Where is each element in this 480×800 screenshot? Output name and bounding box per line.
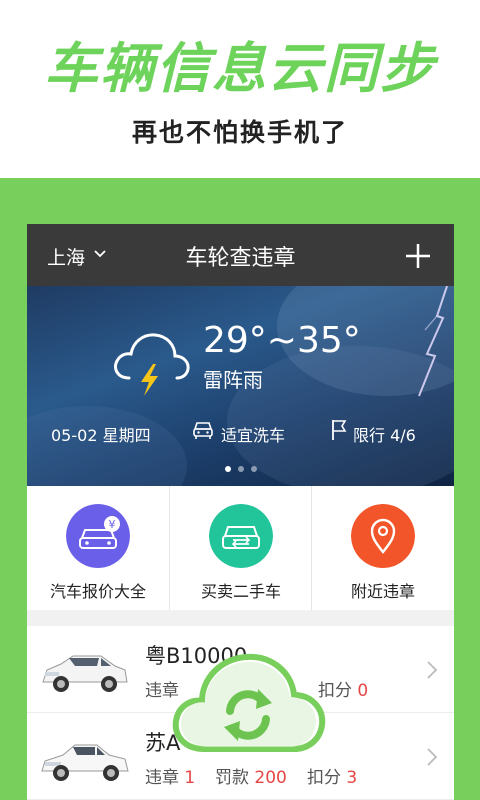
location-pin-icon xyxy=(351,504,415,568)
fine-amount: 200 xyxy=(254,768,287,788)
temperature-range: 29°~35° xyxy=(203,320,361,361)
service-used-cars[interactable]: 买卖二手车 xyxy=(169,486,311,610)
chevron-right-icon[interactable] xyxy=(425,747,439,767)
white-suv-image xyxy=(42,655,128,692)
car-wash-icon xyxy=(193,422,213,439)
storm-cloud-shape xyxy=(27,406,187,486)
points-count: 0 xyxy=(357,681,369,701)
violation-label: 违章 xyxy=(145,768,179,788)
service-label: 汽车报价大全 xyxy=(49,582,146,601)
fine-stat: 罚款 200 xyxy=(215,763,287,788)
carousel-dots xyxy=(225,466,265,474)
weather-condition: 雷阵雨 xyxy=(203,368,263,392)
thunderstorm-icon xyxy=(114,333,190,396)
violation-stat: 违章 1 xyxy=(145,763,195,788)
weather-date: 05-02 星期四 xyxy=(51,426,151,445)
services-grid: ¥ 汽车报价大全 买卖二手车 附近违章 xyxy=(27,486,454,610)
promo-banner: 车辆信息云同步 再也不怕换手机了 xyxy=(0,0,480,178)
carousel-dot[interactable] xyxy=(225,466,231,472)
promo-title: 车辆信息云同步 xyxy=(44,37,436,100)
points-stat: 扣分 3 xyxy=(307,763,357,788)
app-title: 车轮查违章 xyxy=(185,246,296,271)
cloud-sync-icon xyxy=(172,653,326,752)
carousel-dot[interactable] xyxy=(238,466,244,472)
chevron-right-icon[interactable] xyxy=(425,660,439,680)
plus-icon[interactable] xyxy=(403,241,433,271)
fine-label: 罚款 xyxy=(215,768,249,788)
lightning-icon xyxy=(418,286,448,397)
promo-subtitle: 再也不怕换手机了 xyxy=(131,118,348,147)
violation-count: 1 xyxy=(184,768,196,788)
used-car-icon xyxy=(209,504,273,568)
carousel-dot[interactable] xyxy=(251,466,257,472)
white-sedan-image xyxy=(41,744,129,781)
traffic-limit: 限行 4/6 xyxy=(353,426,416,445)
service-label: 附近违章 xyxy=(350,582,415,601)
service-label: 买卖二手车 xyxy=(200,582,281,601)
points-label: 扣分 xyxy=(307,768,341,788)
service-nearby-violations[interactable]: 附近违章 xyxy=(311,486,453,610)
car-price-icon: ¥ xyxy=(66,504,130,568)
car-wash-advice: 适宜洗车 xyxy=(221,426,286,445)
app-titlebar: 上海 车轮查违章 xyxy=(27,224,454,286)
svg-text:¥: ¥ xyxy=(109,518,116,531)
flag-icon xyxy=(332,420,347,440)
weather-card[interactable]: 29°~35° 雷阵雨 05-02 星期四 适宜洗车 限行 4/6 xyxy=(27,286,454,486)
service-car-prices[interactable]: ¥ 汽车报价大全 xyxy=(27,486,169,610)
points-count: 3 xyxy=(346,768,358,788)
